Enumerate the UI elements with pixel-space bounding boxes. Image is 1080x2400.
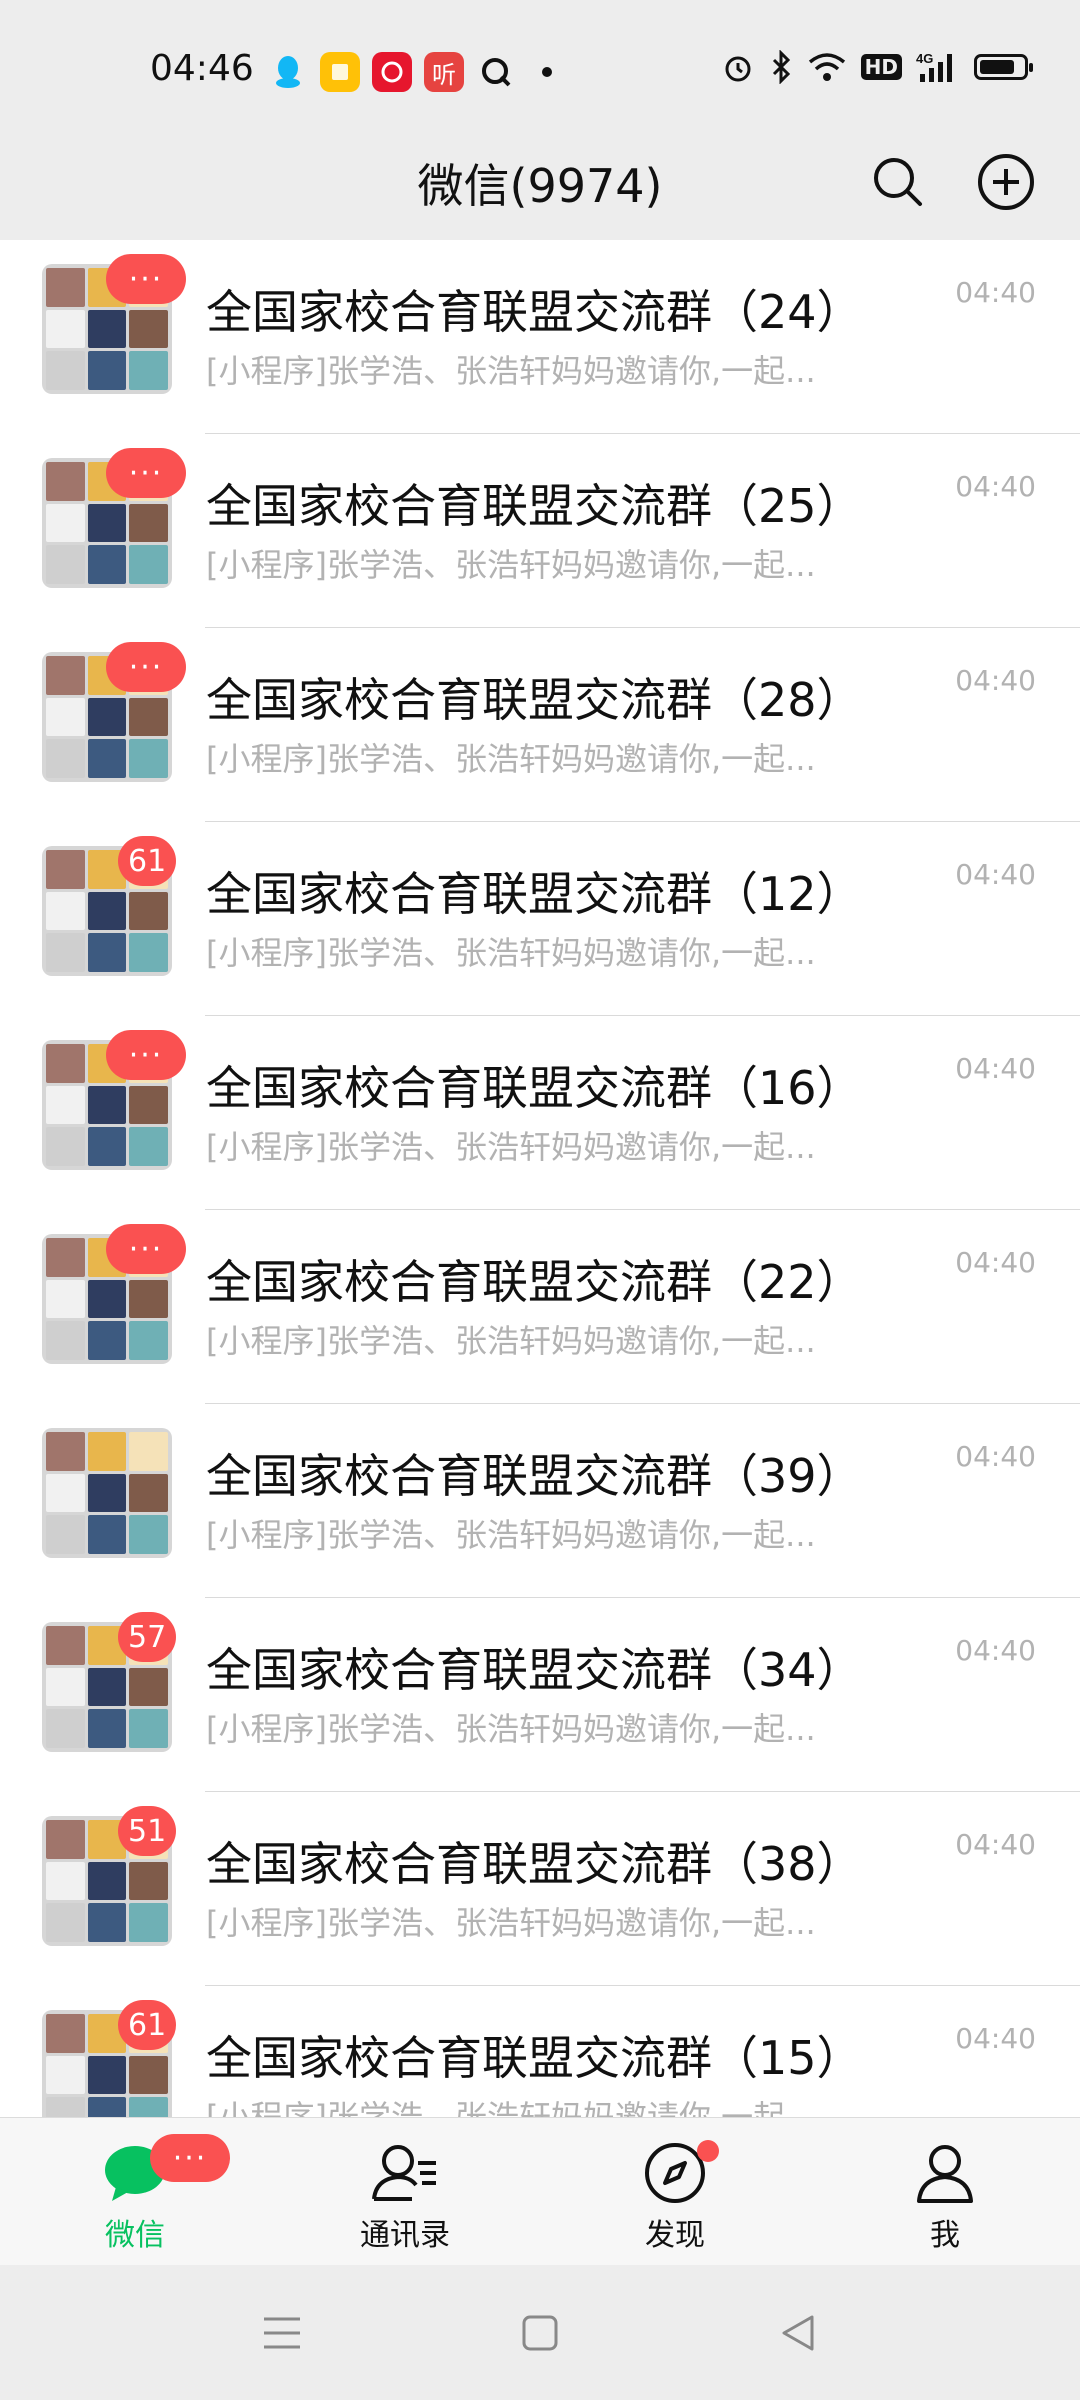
status-app-icons: 听 (268, 52, 552, 92)
notes-icon (320, 52, 360, 92)
chat-title: 全国家校合育联盟交流群（22） (206, 1255, 863, 1309)
unread-badge: ··· (106, 1030, 186, 1080)
unread-badge: ··· (106, 1224, 186, 1274)
unread-badge: ··· (106, 254, 186, 304)
plus-circle-icon (978, 154, 1034, 210)
qq-browser-icon (476, 52, 516, 92)
back-button[interactable] (770, 2305, 826, 2361)
chat-preview: [小程序]张学浩、张浩轩妈妈邀请你,一起... (206, 1128, 816, 1166)
back-icon (782, 2315, 814, 2351)
chat-time: 04:40 (955, 1440, 1036, 1473)
qq-icon (268, 52, 308, 92)
status-bar: 04:46 听 HD 4G (0, 0, 1080, 130)
chat-row[interactable]: ··· 全国家校合育联盟交流群（28） [小程序]张学浩、张浩轩妈妈邀请你,一起… (0, 628, 1080, 822)
chat-preview: [小程序]张学浩、张浩轩妈妈邀请你,一起... (206, 740, 816, 778)
chat-title: 全国家校合育联盟交流群（39） (206, 1449, 863, 1503)
add-button[interactable] (968, 144, 1044, 220)
tab-label: 通讯录 (360, 2218, 450, 2253)
status-time: 04:46 (150, 48, 254, 89)
chat-preview: [小程序]张学浩、张浩轩妈妈邀请你,一起... (206, 1322, 816, 1360)
more-notifications-dot (542, 67, 552, 77)
search-button[interactable] (860, 144, 936, 220)
unread-badge: ··· (106, 642, 186, 692)
chat-preview: [小程序]张学浩、张浩轩妈妈邀请你,一起... (206, 352, 816, 390)
status-indicators: HD 4G (721, 50, 1033, 84)
alarm-icon (725, 56, 751, 82)
home-icon (522, 2315, 558, 2351)
menu-button[interactable] (254, 2305, 310, 2361)
bluetooth-icon (772, 50, 790, 84)
signal-4g-icon: 4G (916, 51, 952, 82)
chat-row[interactable]: 61 全国家校合育联盟交流群（15） [小程序]张学浩、张浩轩妈妈邀请你,一起.… (0, 1986, 1080, 2117)
chat-title: 全国家校合育联盟交流群（15） (206, 2031, 863, 2085)
tab-contacts[interactable]: 通讯录 (270, 2118, 540, 2266)
chat-preview: [小程序]张学浩、张浩轩妈妈邀请你,一起... (206, 1904, 816, 1942)
unread-badge: 57 (118, 1612, 177, 1662)
hd-icon: HD (860, 54, 902, 80)
battery-icon (974, 54, 1033, 80)
wifi-icon (808, 53, 845, 81)
svg-text:4G: 4G (916, 51, 933, 66)
weibo-icon (372, 52, 412, 92)
chat-time: 04:40 (955, 1828, 1036, 1861)
chat-time: 04:40 (955, 664, 1036, 697)
tab-me[interactable]: 我 (810, 2118, 1080, 2266)
tab-discover[interactable]: 发现 (540, 2118, 810, 2266)
chat-time: 04:40 (955, 2022, 1036, 2055)
tab-label: 发现 (645, 2218, 705, 2253)
menu-icon (264, 2317, 300, 2349)
ting-icon: 听 (424, 52, 464, 92)
chat-list[interactable]: ··· 全国家校合育联盟交流群（24） [小程序]张学浩、张浩轩妈妈邀请你,一起… (0, 240, 1080, 2117)
tab-label: 我 (930, 2218, 960, 2253)
chat-title: 全国家校合育联盟交流群（12） (206, 867, 863, 921)
bottom-tab-bar: 微信 ··· 通讯录 发现 我 (0, 2117, 1080, 2266)
tab-chats[interactable]: 微信 ··· (0, 2118, 270, 2266)
unread-badge: 51 (118, 1806, 177, 1856)
chat-preview: [小程序]张学浩、张浩轩妈妈邀请你,一起... (206, 2098, 816, 2117)
chat-row[interactable]: ··· 全国家校合育联盟交流群（22） [小程序]张学浩、张浩轩妈妈邀请你,一起… (0, 1210, 1080, 1404)
chat-row[interactable]: 57 全国家校合育联盟交流群（34） [小程序]张学浩、张浩轩妈妈邀请你,一起.… (0, 1598, 1080, 1792)
unread-badge: 61 (118, 836, 177, 886)
chat-time: 04:40 (955, 470, 1036, 503)
chat-time: 04:40 (955, 1052, 1036, 1085)
chat-time: 04:40 (955, 858, 1036, 891)
group-avatar (42, 1428, 172, 1558)
chat-time: 04:40 (955, 1246, 1036, 1279)
chat-row[interactable]: ··· 全国家校合育联盟交流群（24） [小程序]张学浩、张浩轩妈妈邀请你,一起… (0, 240, 1080, 434)
app-header: 微信(9974) (0, 130, 1080, 240)
unread-badge: 61 (118, 2000, 177, 2050)
chat-time: 04:40 (955, 1634, 1036, 1667)
chat-preview: [小程序]张学浩、张浩轩妈妈邀请你,一起... (206, 546, 816, 584)
chat-row[interactable]: 51 全国家校合育联盟交流群（38） [小程序]张学浩、张浩轩妈妈邀请你,一起.… (0, 1792, 1080, 1986)
chat-title: 全国家校合育联盟交流群（16） (206, 1061, 863, 1115)
chat-title: 全国家校合育联盟交流群（28） (206, 673, 863, 727)
chat-preview: [小程序]张学浩、张浩轩妈妈邀请你,一起... (206, 934, 816, 972)
chat-title: 全国家校合育联盟交流群（25） (206, 479, 863, 533)
discover-new-dot (697, 2140, 719, 2162)
chat-preview: [小程序]张学浩、张浩轩妈妈邀请你,一起... (206, 1710, 816, 1748)
chat-preview: [小程序]张学浩、张浩轩妈妈邀请你,一起... (206, 1516, 816, 1554)
chat-time: 04:40 (955, 276, 1036, 309)
chat-row[interactable]: 全国家校合育联盟交流群（39） [小程序]张学浩、张浩轩妈妈邀请你,一起... … (0, 1404, 1080, 1598)
chat-title: 全国家校合育联盟交流群（24） (206, 285, 863, 339)
tab-label: 微信 (105, 2218, 165, 2253)
contacts-icon (372, 2145, 436, 2201)
chat-row[interactable]: ··· 全国家校合育联盟交流群（16） [小程序]张学浩、张浩轩妈妈邀请你,一起… (0, 1016, 1080, 1210)
chat-row[interactable]: ··· 全国家校合育联盟交流群（25） [小程序]张学浩、张浩轩妈妈邀请你,一起… (0, 434, 1080, 628)
person-icon (917, 2145, 973, 2203)
chat-title: 全国家校合育联盟交流群（38） (206, 1837, 863, 1891)
home-button[interactable] (512, 2305, 568, 2361)
unread-badge: ··· (106, 448, 186, 498)
search-icon (874, 158, 922, 206)
chat-title: 全国家校合育联盟交流群（34） (206, 1643, 863, 1697)
system-nav-bar (0, 2265, 1080, 2400)
chat-row[interactable]: 61 全国家校合育联盟交流群（12） [小程序]张学浩、张浩轩妈妈邀请你,一起.… (0, 822, 1080, 1016)
tab-chats-badge: ··· (150, 2134, 230, 2182)
